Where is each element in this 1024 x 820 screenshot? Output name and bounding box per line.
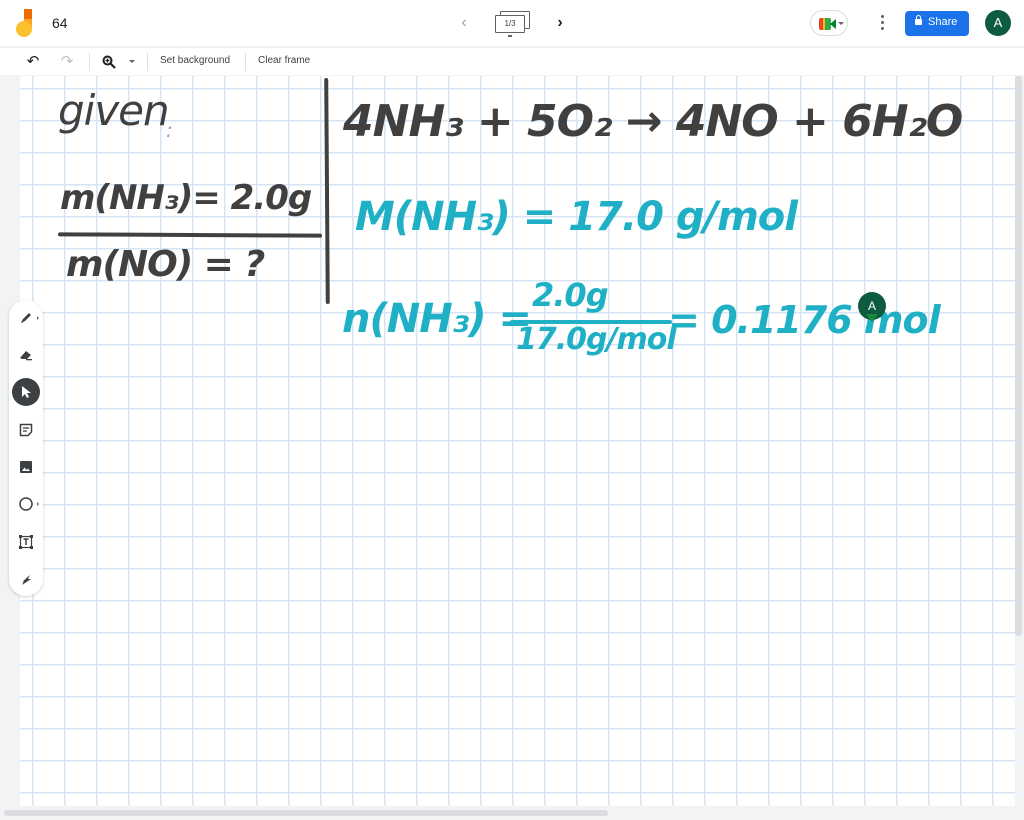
horizontal-scrollbar[interactable]: [4, 810, 608, 816]
collaborator-cursor: A: [858, 292, 886, 322]
cursor-arrow-icon: [22, 386, 31, 398]
chevron-right-icon[interactable]: ›: [551, 13, 569, 33]
pen-icon: [21, 313, 31, 323]
chevron-left-icon[interactable]: ‹: [455, 13, 473, 33]
document-title[interactable]: 64: [52, 15, 68, 31]
fraction-denominator: 17.0g/mol: [516, 322, 677, 357]
account-avatar[interactable]: A: [985, 10, 1011, 36]
given-heading: given: [58, 86, 170, 135]
molar-mass-ammonia: M(NH₃) = 17.0 g/mol: [355, 194, 798, 240]
zoom-icon[interactable]: [99, 52, 119, 72]
set-background-button[interactable]: Set background: [160, 55, 230, 66]
given-mass-ammonia: m(NH₃)= 2.0g: [60, 178, 312, 218]
image-icon: [20, 461, 32, 473]
pen-tool[interactable]: [12, 304, 40, 332]
share-button[interactable]: Share: [905, 11, 969, 36]
shape-tool[interactable]: [12, 490, 40, 518]
given-colon: :: [166, 118, 173, 142]
unknown-mass-no: m(NO) = ?: [66, 244, 265, 285]
given-separator-line: [57, 232, 323, 238]
select-tool[interactable]: [12, 378, 40, 406]
sticky-note-icon: [19, 423, 33, 437]
reaction-equation: 4NH₃ + 5O₂ → 4NO + 6H₂O: [343, 96, 963, 147]
google-meet-icon-lens: [830, 19, 836, 29]
clear-frame-button[interactable]: Clear frame: [258, 55, 310, 66]
whiteboard-canvas[interactable]: given : m(NH₃)= 2.0g m(NO) = ? 4NH₃ + 5O…: [20, 76, 1015, 806]
eraser-icon: [20, 351, 32, 361]
vertical-scrollbar[interactable]: [1015, 76, 1022, 636]
frame-indicator: [508, 35, 512, 37]
fraction-numerator: 2.0g: [532, 276, 609, 314]
share-label: Share: [928, 16, 958, 28]
tool-palette: [9, 300, 43, 596]
undo-icon[interactable]: ↶: [23, 52, 43, 72]
redo-icon[interactable]: ↷: [57, 52, 77, 72]
more-vert-icon[interactable]: [875, 12, 891, 34]
submenu-indicator: [37, 316, 39, 320]
jamboard-logo-icon[interactable]: [16, 9, 38, 37]
eraser-tool[interactable]: [12, 341, 40, 369]
text-box-icon: [19, 535, 33, 549]
laser-tool[interactable]: [12, 565, 40, 593]
image-tool[interactable]: [12, 453, 40, 481]
app-header: 64 ‹ 1/3 › Share A: [0, 0, 1024, 46]
chevron-down-icon: [838, 22, 844, 25]
toolbar-divider: [89, 53, 90, 71]
moles-ammonia-result: = 0.1176 mol: [668, 298, 941, 342]
text-box-tool[interactable]: [12, 528, 40, 556]
meet-button[interactable]: [810, 10, 848, 36]
lock-icon: [915, 15, 922, 25]
vertical-divider-line: [324, 77, 330, 305]
toolbar-divider: [147, 53, 148, 71]
sticky-note-tool[interactable]: [12, 416, 40, 444]
zoom-dropdown-chevron-icon[interactable]: [129, 60, 135, 63]
circle-shape-icon: [19, 497, 33, 511]
toolbar-divider: [245, 53, 246, 71]
frame-counter-label: 1/3: [495, 15, 525, 33]
moles-ammonia-label: n(NH₃) =: [342, 296, 532, 342]
frame-bar-toggle[interactable]: 1/3: [494, 11, 530, 37]
toolbar: ↶ ↷ Set background Clear frame: [0, 47, 1024, 75]
laser-icon: [21, 575, 31, 585]
submenu-indicator: [37, 502, 39, 506]
